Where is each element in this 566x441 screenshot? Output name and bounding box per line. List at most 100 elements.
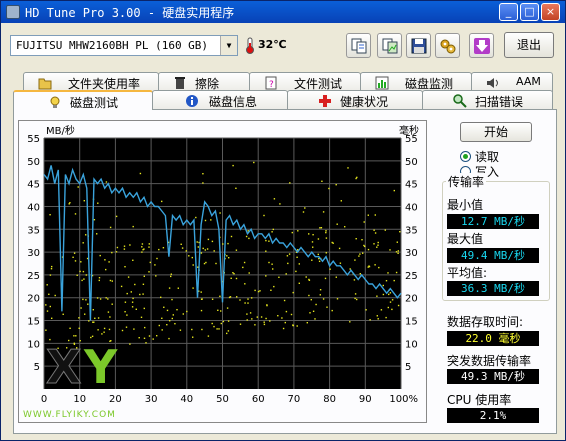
access-time-point [325,252,327,254]
tab-benchmark[interactable]: 磁盘测试 [13,90,153,110]
access-time-point [196,241,198,243]
info-icon [186,95,198,107]
access-time-point [170,273,172,275]
access-time-point [378,266,380,269]
tab-error-scan[interactable]: 扫描错误 [422,90,553,110]
access-time-point [254,324,256,326]
access-time-point [111,280,113,282]
tab-health-label: 健康状况 [340,95,389,109]
y-tick-label-left: 40 [27,202,40,213]
tab-health[interactable]: 健康状况 [287,90,423,110]
access-time-point [80,261,82,263]
access-time-point [248,237,250,240]
access-time-point [389,249,391,251]
access-time-point [365,309,367,311]
access-time-point [331,241,333,244]
y-tick-label-right: 45 [405,180,418,191]
access-time-point [389,292,392,294]
access-time-point [265,250,267,252]
access-time-point [385,316,387,319]
access-time-point [395,271,398,274]
access-time-point [201,298,203,300]
access-time-point [49,214,51,216]
access-time-point [78,317,80,319]
access-time-point [140,316,143,318]
access-time-point [315,303,317,306]
access-time-point [82,270,85,273]
access-time-point [297,230,299,232]
access-time-point [211,322,213,325]
access-time-point [115,251,118,253]
speaker-icon [487,78,498,88]
access-time-point [163,306,165,308]
access-time-point [220,310,222,312]
access-time-point [83,278,85,280]
access-time-point [48,293,50,295]
access-time-point [135,308,137,310]
access-time-point [277,315,279,317]
access-time-point [286,255,289,257]
y-tick-label-right: 15 [405,317,418,328]
access-time-point [367,248,370,251]
access-time-point [226,255,228,257]
access-time-point [207,335,210,337]
access-time-point [101,333,103,335]
chevron-down-icon[interactable]: ▼ [220,36,237,55]
tab-aam[interactable]: AAM [471,72,553,92]
access-time-point [308,294,310,297]
access-time-point [226,307,229,309]
access-time-point [62,313,64,315]
access-time-point [105,297,107,299]
access-time-point [347,167,349,169]
access-time-point [311,259,313,261]
access-time-point [385,280,388,282]
access-time-point [143,337,146,339]
access-time-point [134,283,136,286]
access-time-point [74,213,77,215]
y-tick-label-left: 5 [34,362,40,373]
start-button[interactable]: 开始 [460,122,532,142]
access-time-point [320,227,323,229]
access-time-point [143,248,145,250]
access-time-point [263,321,265,323]
access-time-point [296,256,298,258]
copy-text-button[interactable] [346,33,371,58]
tab-disk-info[interactable]: 磁盘信息 [152,90,288,110]
tab-disk-monitor[interactable]: 磁盘监测 [360,72,472,92]
access-time-point [376,315,378,317]
drive-select[interactable]: FUJITSU MHW2160BH PL (160 GB) ▼ [10,35,238,56]
save-button[interactable] [406,33,431,58]
access-time-point [162,247,165,249]
access-time-point [144,326,146,329]
access-time-point [152,338,154,340]
access-time-point [232,164,234,167]
benchmark-graph: 5 5 10 10 15 15 20 20 25 25 30 30 35 35 40 40 45 45 50 50 55… [18,120,427,423]
access-time-point [263,323,266,326]
close-button[interactable]: × [541,3,560,21]
minimize-button[interactable]: _ [499,3,518,21]
tab-erase[interactable]: 擦除 [158,72,250,92]
access-time-point [126,292,128,295]
access-time-point [265,317,267,320]
access-time-point [148,335,151,337]
access-time-point [81,279,83,282]
access-time-point [99,254,101,257]
access-time-point [123,245,126,247]
access-time-point [382,293,385,296]
access-time-point [211,298,214,300]
access-time-point [387,306,389,309]
watermark-logo: X [46,340,81,394]
access-time-point [325,231,327,234]
download-button[interactable] [469,33,494,58]
maximize-button[interactable]: □ [520,3,539,21]
access-time-point [239,299,241,301]
exit-button[interactable]: 退出 [504,32,554,58]
access-time-point [227,320,230,322]
tab-file-test[interactable]: ? 文件测试 [249,72,361,92]
access-time-point [103,331,105,333]
options-button[interactable] [435,33,460,58]
tab-folder-usage[interactable]: 文件夹使用率 [23,72,159,92]
copy-screenshot-button[interactable] [377,33,402,58]
access-time-point [273,285,275,288]
y-tick-label-left: 15 [27,317,40,328]
